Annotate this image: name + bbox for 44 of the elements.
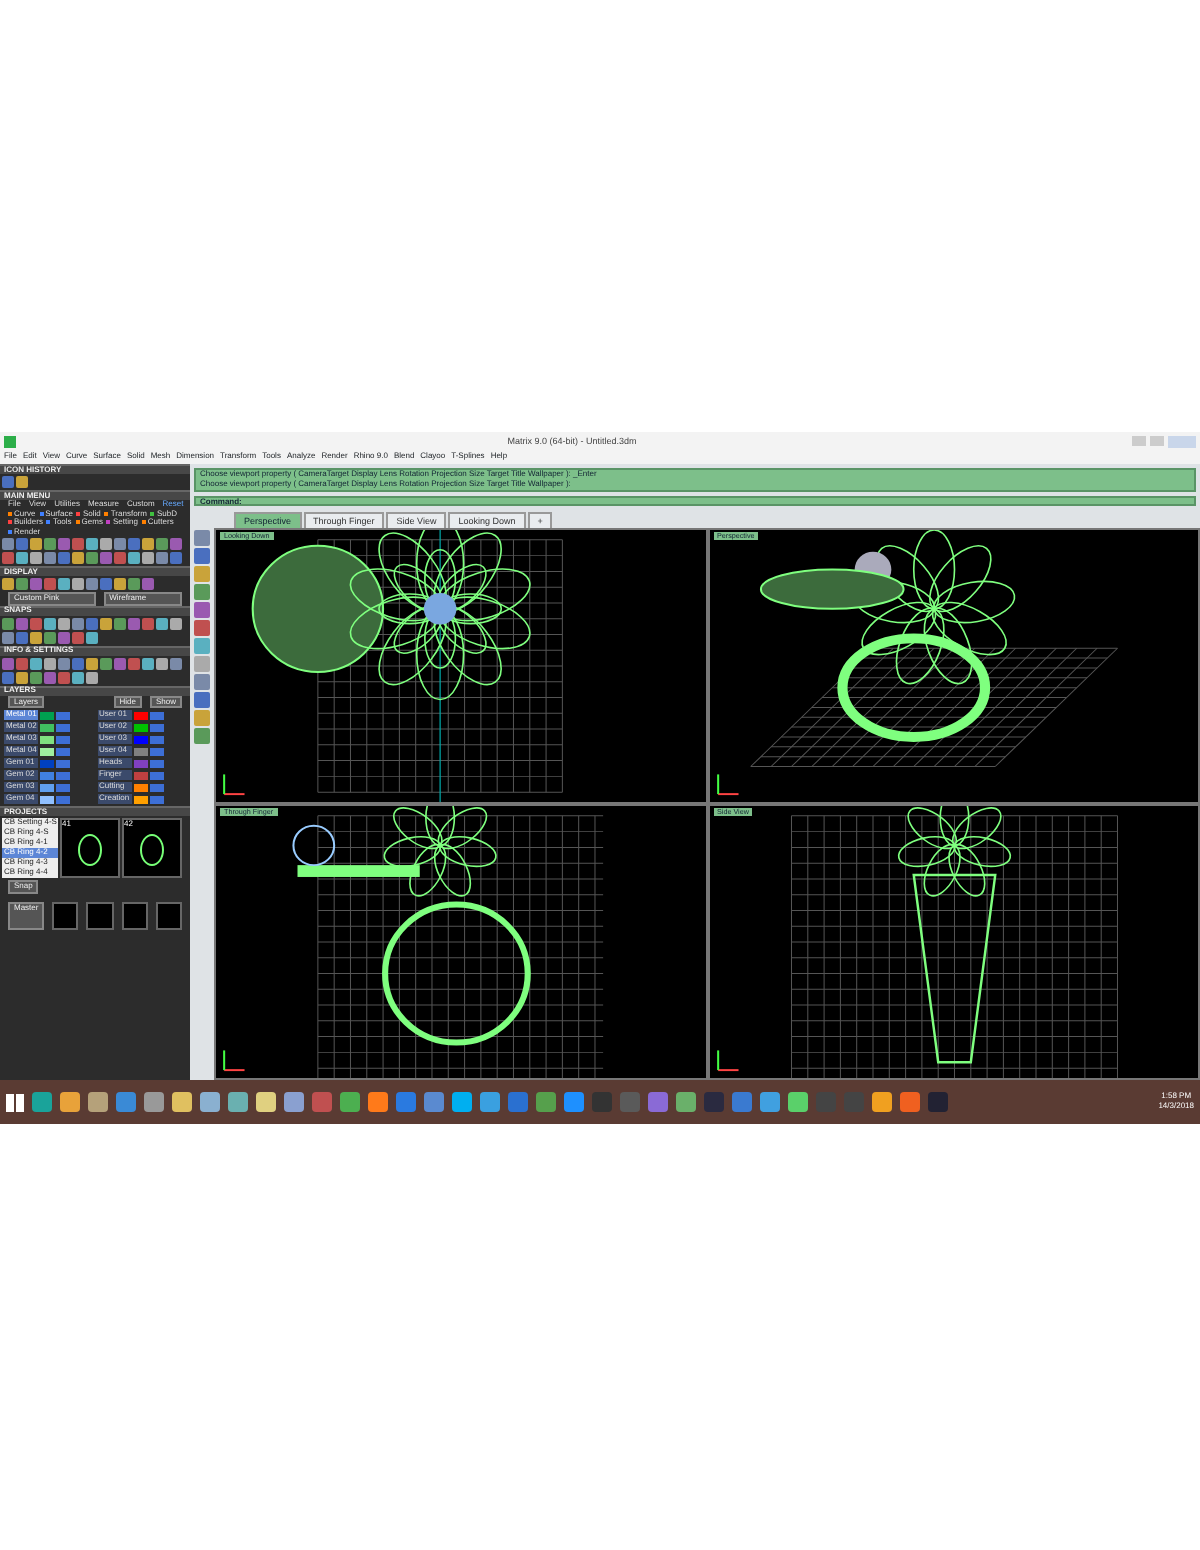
layer-toggle[interactable] [149,723,163,732]
layer-color-swatch[interactable] [133,771,147,780]
layer-toggle[interactable] [56,747,70,756]
layer-toggle[interactable] [56,771,70,780]
layer-color-swatch[interactable] [133,735,147,744]
ring-thumbnail-icon [78,833,102,866]
layer-color-swatch[interactable] [133,723,147,732]
layer-toggle[interactable] [149,783,163,792]
layer-color-swatch[interactable] [40,759,54,768]
start-icon[interactable] [6,1093,24,1111]
axis-icon [223,1049,246,1072]
layer-color-swatch[interactable] [133,783,147,792]
layer-toggle[interactable] [56,795,70,804]
layer-color-swatch[interactable] [40,723,54,732]
library-thumbnail[interactable] [86,901,114,930]
axis-icon [223,773,246,796]
layer-color-swatch[interactable] [40,783,54,792]
layer-color-swatch[interactable] [40,795,54,804]
library-thumbnail[interactable] [121,901,148,930]
layer-toggle[interactable] [149,795,163,804]
layer-color-swatch[interactable] [40,711,54,720]
layer-toggle[interactable] [56,711,70,720]
layer-color-swatch[interactable] [133,711,147,720]
axis-icon [716,773,739,796]
layer-toggle[interactable] [149,747,163,756]
library-thumbnail[interactable] [52,901,79,930]
layer-color-swatch[interactable] [133,795,147,804]
layer-color-swatch[interactable] [40,771,54,780]
layer-toggle[interactable] [56,783,70,792]
layer-toggle[interactable] [149,771,163,780]
app-icon [4,435,16,447]
layer-color-swatch[interactable] [133,759,147,768]
layer-color-swatch[interactable] [133,747,147,756]
axis-icon [716,1049,739,1072]
layer-toggle[interactable] [149,759,163,768]
layer-toggle[interactable] [56,723,70,732]
layer-toggle[interactable] [149,711,163,720]
layer-toggle[interactable] [149,735,163,744]
layer-toggle[interactable] [56,735,70,744]
ring-thumbnail-icon [140,833,164,866]
layer-toggle[interactable] [56,759,70,768]
layer-color-swatch[interactable] [40,747,54,756]
layer-color-swatch[interactable] [40,735,54,744]
library-thumbnail[interactable] [155,901,182,930]
